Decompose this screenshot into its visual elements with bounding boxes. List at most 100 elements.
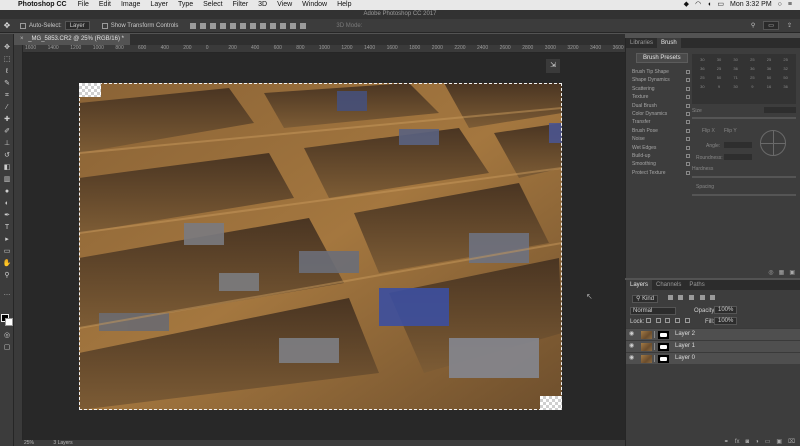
toggle-preview-icon[interactable]: ◎ [768,268,773,278]
dropbox-icon[interactable]: ◆ [684,0,689,10]
crop-tool-icon[interactable]: ⌗ [2,92,12,100]
brush-tool-icon[interactable]: ✐ [2,128,12,136]
size-slider[interactable] [692,117,796,119]
lock-icon[interactable] [686,95,690,100]
close-tab-icon[interactable]: × [20,36,24,42]
layer-row[interactable]: ◉ Layer 1 [626,340,800,352]
layer-mask-thumbnail[interactable] [658,355,669,363]
brush-option-item[interactable]: Smoothing [632,160,690,168]
blur-tool-icon[interactable]: ● [2,188,12,196]
brush-option-item[interactable]: Brush Pose [632,127,690,135]
brush-tip[interactable]: 25 [777,56,794,65]
brush-tip[interactable]: 30 [694,83,711,92]
list-icon[interactable]: ≡ [788,0,792,10]
brush-tip[interactable]: 36 [727,65,744,74]
brush-tip[interactable]: 16 [761,83,778,92]
eyedropper-tool-icon[interactable]: ⁄ [2,104,12,112]
lock-icon[interactable] [686,162,690,167]
lock-icon[interactable] [686,128,690,133]
background-color-swatch[interactable] [5,318,13,326]
zoom-tool-icon[interactable]: ⚲ [2,272,12,280]
lock-icon[interactable] [686,153,690,158]
lock-icon[interactable] [686,137,690,142]
search-icon[interactable]: ⚲ [751,22,755,29]
layer-mask-thumbnail[interactable] [658,343,669,351]
lock-pixels-icon[interactable] [646,318,652,323]
share-icon[interactable]: ⇪ [787,22,792,29]
add-mask-icon[interactable]: ◙ [745,438,749,446]
workspace-switcher[interactable]: ▭ [763,21,779,30]
eraser-tool-icon[interactable]: ◧ [2,164,12,172]
filter-smart-object-icon[interactable] [710,295,716,300]
brush-option-item[interactable]: Wet Edges [632,144,690,152]
menu-type[interactable]: Type [173,0,198,10]
layer-name[interactable]: Layer 2 [675,329,695,340]
zoom-level[interactable]: 25% [24,440,34,446]
brush-tip-grid[interactable]: 30 30 30 25 25 25 36 25 36 36 36 32 25 50 71 25 50 50 30 9 3… [692,54,796,104]
move-tool-icon[interactable]: ✥ [2,44,12,52]
distribute-right-icon[interactable] [300,22,307,29]
distribute-center-icon[interactable] [290,22,297,29]
fill-field[interactable]: 100% [714,317,738,325]
brush-tip[interactable]: 30 [727,83,744,92]
menu-image[interactable]: Image [116,0,145,10]
hardness-slider[interactable] [692,176,796,178]
layer-name[interactable]: Layer 0 [675,353,695,364]
filter-shape-icon[interactable] [699,295,705,300]
brush-tip[interactable]: 50 [711,74,728,83]
marquee-tool-icon[interactable]: ⬚ [2,56,12,64]
document-image[interactable] [79,83,562,410]
menu-layer[interactable]: Layer [145,0,173,10]
lock-icon[interactable] [686,145,690,150]
document-tab[interactable]: × _MG_5853.CR2 @ 25% (RGB/16) * [14,34,130,45]
tab-paths[interactable]: Paths [685,280,708,290]
spacing-slider[interactable] [692,194,796,196]
align-top-icon[interactable] [190,22,197,29]
canvas-area[interactable]: ⇲ ↖ [23,53,625,440]
brush-tip[interactable]: 9 [711,83,728,92]
distribute-top-icon[interactable] [250,22,257,29]
lock-icon[interactable] [686,103,690,108]
brush-tip[interactable]: 9 [744,83,761,92]
link-layers-icon[interactable]: ⚭ [724,438,729,446]
new-layer-icon[interactable]: ▣ [776,438,782,446]
screen-mode-icon[interactable]: ▢ [2,344,12,352]
hand-tool-icon[interactable]: ✋ [2,260,12,268]
brush-tip[interactable]: 36 [761,65,778,74]
brush-option-item[interactable]: Color Dynamics [632,110,690,118]
layer-style-icon[interactable]: fx [735,438,740,446]
grid-icon[interactable]: ▦ [779,268,785,278]
flip-y-label[interactable]: Flip Y [724,128,737,134]
blend-mode-dropdown[interactable]: Normal [630,307,676,315]
align-center-icon[interactable] [230,22,237,29]
adjustment-layer-icon[interactable]: ◑ [755,438,759,446]
type-tool-icon[interactable]: T [2,224,12,232]
brush-option-item[interactable]: Noise [632,135,690,143]
lock-icon[interactable] [686,170,690,175]
brush-tip[interactable]: 50 [777,74,794,83]
align-bottom-icon[interactable] [210,22,217,29]
brush-tip[interactable]: 36 [744,65,761,74]
pen-tool-icon[interactable]: ✒ [2,212,12,220]
dodge-tool-icon[interactable]: ◐ [2,200,12,208]
lock-icon[interactable] [686,86,690,91]
lock-icon[interactable] [686,70,690,74]
brush-tip[interactable]: 30 [711,56,728,65]
lock-position-icon[interactable] [665,318,671,323]
distribute-middle-icon[interactable] [260,22,267,29]
stamp-tool-icon[interactable]: ⊥ [2,140,12,148]
clock[interactable]: Mon 3:32 PM [730,0,772,10]
vertical-ruler[interactable] [14,45,23,440]
delete-layer-icon[interactable]: ⌧ [788,438,795,446]
transform-controls-checkbox[interactable] [101,22,108,29]
layer-row[interactable]: ◉ Layer 0 [626,352,800,364]
align-left-icon[interactable] [220,22,227,29]
wifi-icon[interactable]: ◠ [695,0,701,10]
document-info[interactable]: 3 Layers [53,440,72,446]
brush-tip[interactable]: 50 [761,74,778,83]
panel-toggle-icon[interactable]: ⇲ [546,59,560,73]
link-icon[interactable] [654,355,657,362]
history-brush-tool-icon[interactable]: ↺ [2,152,12,160]
brush-tip[interactable]: 25 [744,56,761,65]
brush-tip[interactable]: 30 [694,56,711,65]
